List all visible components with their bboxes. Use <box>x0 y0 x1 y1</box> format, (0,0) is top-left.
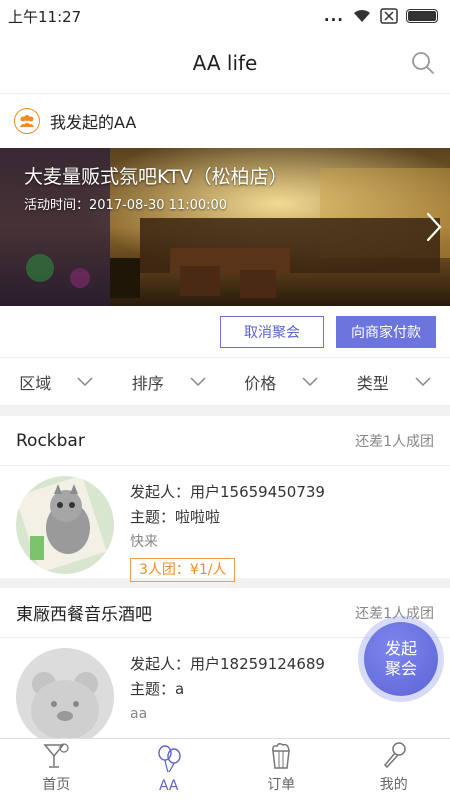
start-party-button[interactable]: 发起 聚会 <box>364 622 438 696</box>
float-button-line2: 聚会 <box>384 659 417 678</box>
section-title: 我发起的AA <box>50 113 137 132</box>
balloon-icon <box>158 745 181 773</box>
avatar <box>16 476 114 574</box>
venue-name: 東厰西餐音乐酒吧 <box>16 605 152 625</box>
tab-orders[interactable]: 订单 <box>225 739 338 800</box>
filter-area[interactable]: 区域 <box>0 358 113 405</box>
battery-icon <box>406 9 438 23</box>
event-action-row: 取消聚会 向商家付款 <box>0 306 450 358</box>
group-status: 还差1人成团 <box>355 433 434 450</box>
people-icon <box>14 108 40 134</box>
avatar <box>16 648 114 746</box>
filter-label: 价格 <box>244 373 277 393</box>
tab-aa[interactable]: AA <box>113 739 226 800</box>
search-icon[interactable] <box>410 50 436 76</box>
tab-label: 订单 <box>267 777 296 793</box>
theme: 主题：啦啦啦 <box>130 508 221 526</box>
tab-mine[interactable]: 我的 <box>338 739 450 800</box>
filter-type[interactable]: 类型 <box>338 358 450 405</box>
float-button-line1: 发起 <box>384 639 417 658</box>
bottom-tab-bar: 首页 AA 订单 我的 <box>0 738 450 800</box>
cocktail-icon <box>43 743 69 768</box>
filter-label: 区域 <box>19 373 52 393</box>
microphone-icon <box>383 742 406 769</box>
filter-bar: 区域 排序 价格 类型 <box>0 358 450 406</box>
card-header: Rockbar 还差1人成团 <box>0 416 450 466</box>
status-time: 上午11:27 <box>8 7 82 26</box>
more-dots-icon: ... <box>323 7 344 25</box>
app-header: AA life <box>0 32 450 94</box>
chevron-down-icon <box>415 376 431 386</box>
event-banner[interactable]: 大麦量贩式氛吧KTV（松柏店） 活动时间：2017-08-30 11:00:00 <box>0 148 450 306</box>
banner-title: 大麦量贩式氛吧KTV（松柏店） <box>24 166 288 188</box>
note: aa <box>130 706 148 722</box>
status-bar: 上午11:27 ... <box>0 0 450 32</box>
pay-merchant-button[interactable]: 向商家付款 <box>336 315 436 348</box>
banner-time: 活动时间：2017-08-30 11:00:00 <box>24 198 228 213</box>
chevron-down-icon <box>77 376 93 386</box>
popcorn-icon <box>272 742 291 769</box>
status-icons: ... <box>324 7 438 25</box>
price-tag: 3人团：¥1/人 <box>130 558 236 582</box>
venue-name: Rockbar <box>16 430 85 451</box>
filter-price[interactable]: 价格 <box>225 358 338 405</box>
initiator: 发起人：用户15659450739 <box>130 483 325 501</box>
note: 快来 <box>130 534 158 550</box>
sim-off-icon <box>380 8 398 24</box>
app-title: AA life <box>192 50 258 75</box>
filter-label: 类型 <box>356 373 389 393</box>
filter-label: 排序 <box>131 373 164 393</box>
card-body: 发起人：用户15659450739 主题：啦啦啦 快来 3人团：¥1/人 <box>0 466 450 582</box>
wifi-icon <box>354 9 370 22</box>
group-status: 还差1人成团 <box>355 605 434 622</box>
tab-label: 我的 <box>379 777 408 793</box>
my-aa-section-header: 我发起的AA <box>0 94 450 148</box>
chevron-right-icon[interactable] <box>424 210 444 244</box>
tab-label: 首页 <box>42 777 71 793</box>
tab-label: AA <box>158 778 179 794</box>
list-item[interactable]: Rockbar 还差1人成团 发起人：用户15659450739 主题：啦啦啦 … <box>0 416 450 582</box>
filter-sort[interactable]: 排序 <box>113 358 226 405</box>
tab-home[interactable]: 首页 <box>0 739 113 800</box>
section-divider <box>0 406 450 416</box>
cancel-party-button[interactable]: 取消聚会 <box>220 315 324 348</box>
chevron-down-icon <box>302 376 318 386</box>
chevron-down-icon <box>190 376 206 386</box>
